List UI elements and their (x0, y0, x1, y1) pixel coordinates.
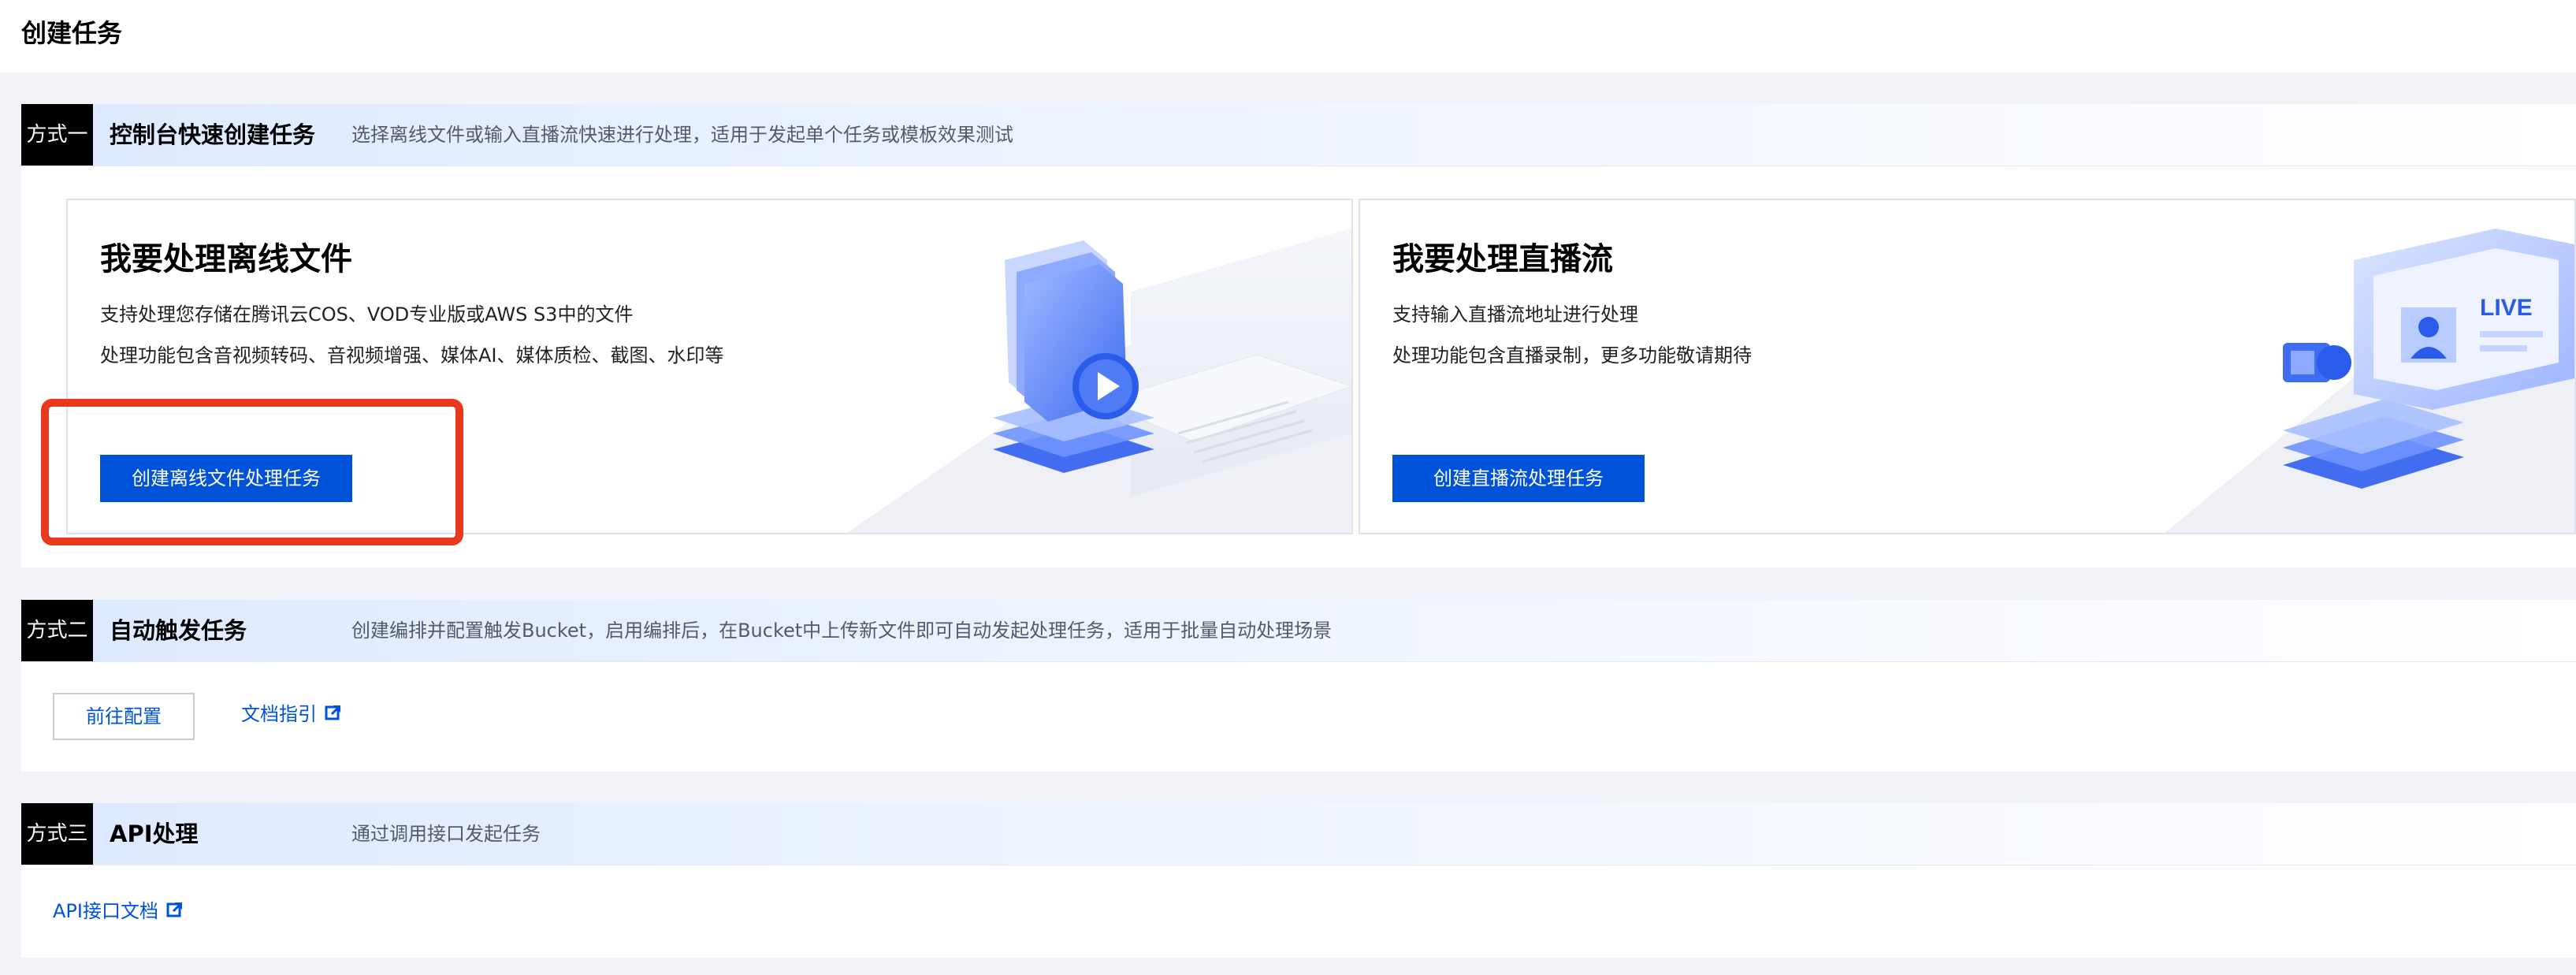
live-screen-illustration: LIVE (2165, 229, 2574, 533)
card-title: 我要处理直播流 (1392, 241, 1613, 277)
doc-guide-link[interactable]: 文档指引 (241, 698, 342, 731)
card-description: 处理功能包含直播录制，更多功能敬请期待 (1392, 344, 1752, 367)
card-title: 我要处理离线文件 (100, 241, 352, 277)
link-label: 文档指引 (241, 703, 317, 725)
page-title: 创建任务 (21, 18, 123, 48)
live-screen-label: LIVE (2480, 295, 2533, 321)
method-tag: 方式二 (21, 600, 93, 661)
section-header: 方式二 自动触发任务 创建编排并配置触发Bucket，启用编排后，在Bucket… (21, 600, 2576, 662)
card-description: 支持处理您存储在腾讯云COS、VOD专业版或AWS S3中的文件 (100, 303, 634, 326)
section-title: API处理 (110, 821, 199, 847)
section-header: 方式一 控制台快速创建任务 选择离线文件或输入直播流快速进行处理，适用于发起单个… (21, 104, 2576, 166)
section-api: 方式三 API处理 通过调用接口发起任务 API接口文档 (21, 803, 2576, 958)
highlight-box (41, 399, 463, 545)
method-tag: 方式三 (21, 803, 93, 865)
card-description: 处理功能包含音视频转码、音视频增强、媒体AI、媒体质检、截图、水印等 (100, 344, 724, 367)
live-stream-card: 我要处理直播流 支持输入直播流地址进行处理 处理功能包含直播录制，更多功能敬请期… (1359, 199, 2576, 534)
method-tag: 方式一 (21, 104, 93, 166)
section-title: 自动触发任务 (110, 617, 247, 644)
create-live-task-button[interactable]: 创建直播流处理任务 (1392, 455, 1645, 502)
section-auto-trigger: 方式二 自动触发任务 创建编排并配置触发Bucket，启用编排后，在Bucket… (21, 600, 2576, 772)
section-description: 通过调用接口发起任务 (351, 823, 541, 845)
section-description: 选择离线文件或输入直播流快速进行处理，适用于发起单个任务或模板效果测试 (351, 124, 1013, 146)
section-header: 方式三 API处理 通过调用接口发起任务 (21, 803, 2576, 865)
external-link-icon (325, 699, 342, 731)
api-doc-link[interactable]: API接口文档 (53, 895, 184, 928)
section-description: 创建编排并配置触发Bucket，启用编排后，在Bucket中上传新文件即可自动发… (351, 620, 1333, 642)
link-label: API接口文档 (53, 900, 158, 922)
card-description: 支持输入直播流地址进行处理 (1392, 303, 1638, 326)
external-link-icon (166, 896, 184, 928)
section-title: 控制台快速创建任务 (110, 121, 316, 148)
page-header: 创建任务 (0, 0, 2576, 73)
go-to-config-button[interactable]: 前往配置 (53, 693, 195, 740)
folder-play-illustration (847, 229, 1351, 533)
